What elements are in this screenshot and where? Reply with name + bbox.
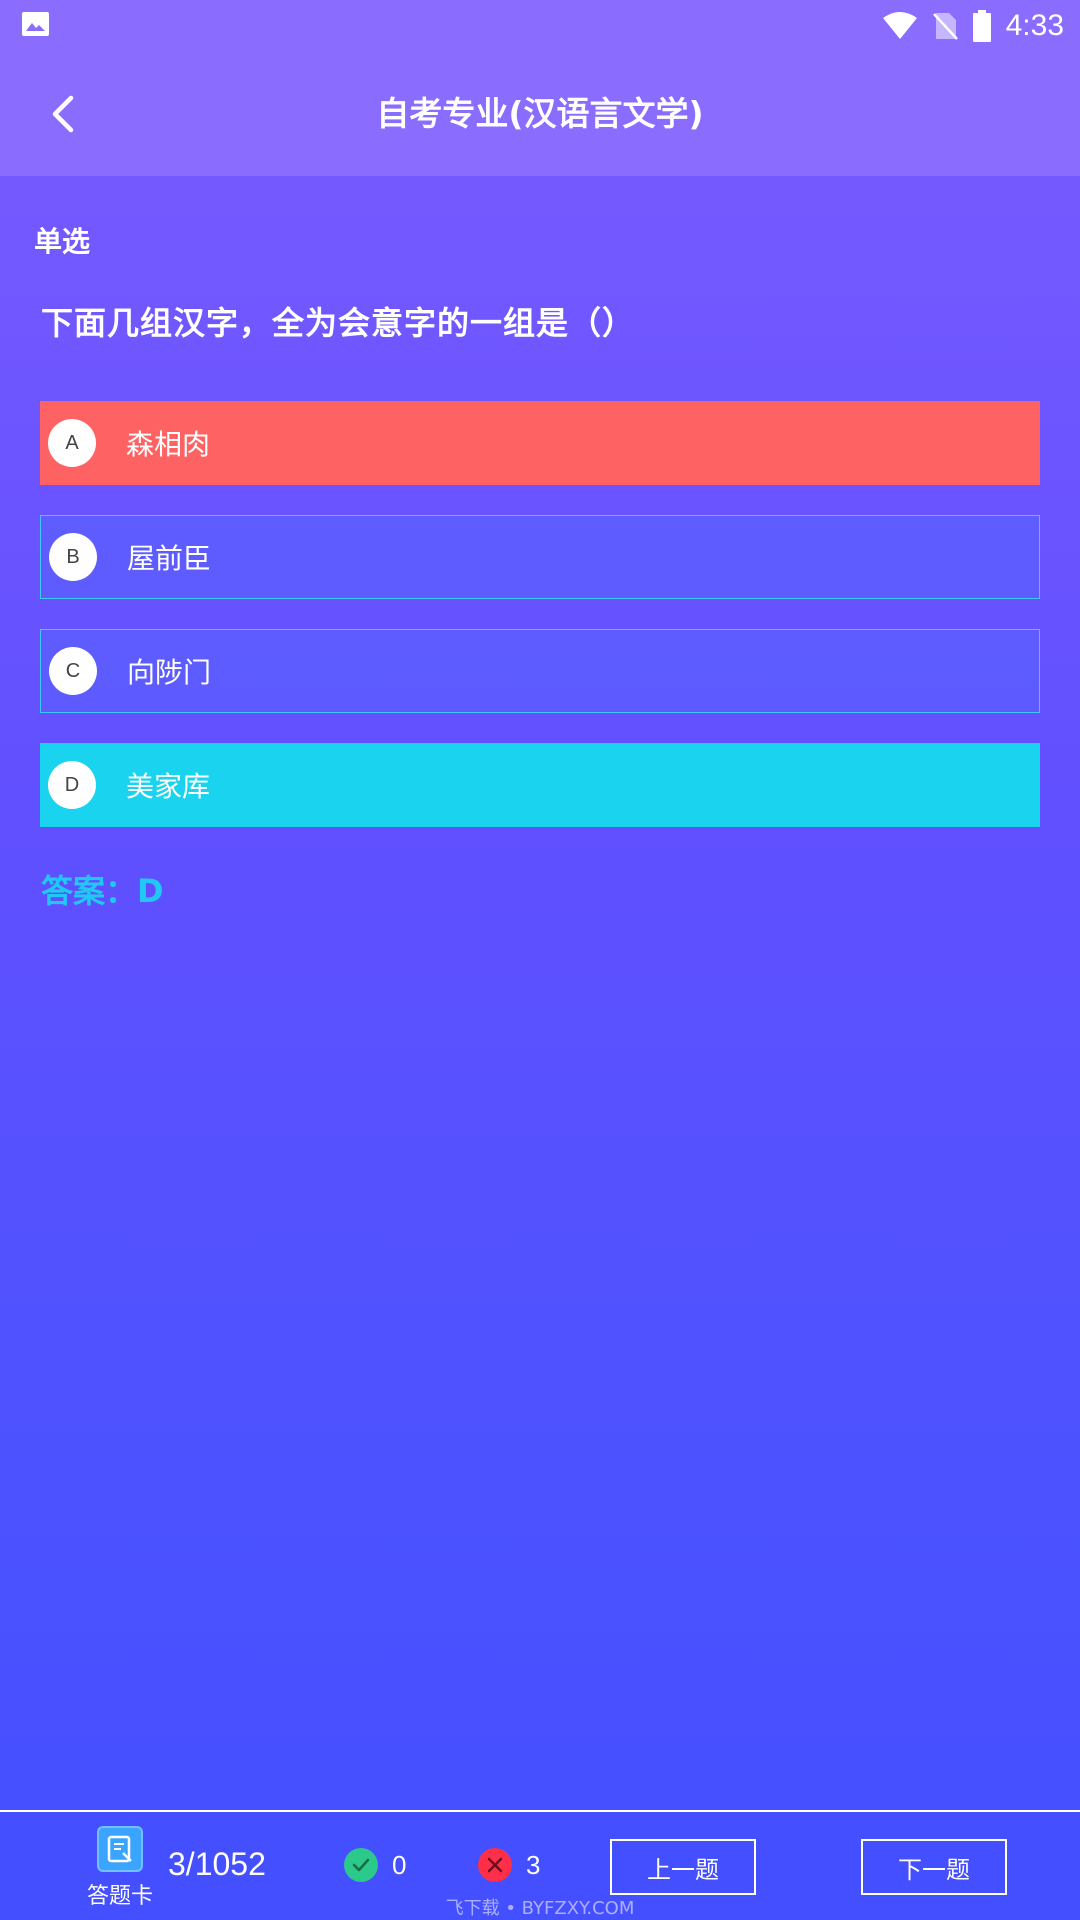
watermark: 飞下载 • BYFZXY.COM — [445, 1898, 635, 1919]
option-letter: B — [49, 533, 97, 581]
correct-stat: 0 — [344, 1848, 406, 1882]
option-text: 美家库 — [126, 770, 211, 803]
check-icon — [344, 1848, 378, 1882]
battery-icon — [972, 10, 991, 42]
answer-card-icon — [97, 1826, 143, 1872]
answer-label: 答案：D — [41, 872, 164, 910]
option-d[interactable]: D 美家库 — [40, 743, 1040, 827]
option-text: 向陟门 — [127, 656, 212, 689]
question-progress: 3/1052 — [168, 1846, 266, 1882]
option-b[interactable]: B 屋前臣 — [40, 515, 1040, 599]
wrong-count: 3 — [526, 1849, 541, 1880]
option-letter: D — [48, 761, 96, 809]
status-time: 4:33 — [1005, 9, 1064, 42]
option-letter: A — [48, 419, 96, 467]
question-text: 下面几组汉字，全为会意字的一组是（） — [41, 304, 636, 342]
option-text: 森相肉 — [126, 428, 211, 461]
bottom-bar: 答题卡 3/1052 0 3 上一题 下一题 飞下载 • BYFZXY.COM — [0, 1810, 1080, 1920]
app-header: 自考专业(汉语言文学) — [0, 52, 1080, 176]
status-icons: 4:33 — [882, 0, 1064, 52]
option-letter: C — [49, 647, 97, 695]
next-question-button[interactable]: 下一题 — [861, 1839, 1007, 1895]
wifi-icon — [882, 12, 917, 39]
option-c[interactable]: C 向陟门 — [40, 629, 1040, 713]
no-sim-icon — [932, 13, 958, 40]
page-title: 自考专业(汉语言文学) — [376, 94, 704, 133]
option-text: 屋前臣 — [127, 542, 212, 575]
option-a[interactable]: A 森相肉 — [40, 401, 1040, 485]
gallery-icon — [22, 12, 49, 36]
question-type-label: 单选 — [34, 225, 91, 258]
previous-question-button[interactable]: 上一题 — [610, 1839, 756, 1895]
status-bar: 4:33 — [0, 0, 1080, 52]
cross-icon — [478, 1848, 512, 1882]
wrong-stat: 3 — [478, 1848, 540, 1882]
correct-count: 0 — [392, 1849, 407, 1880]
